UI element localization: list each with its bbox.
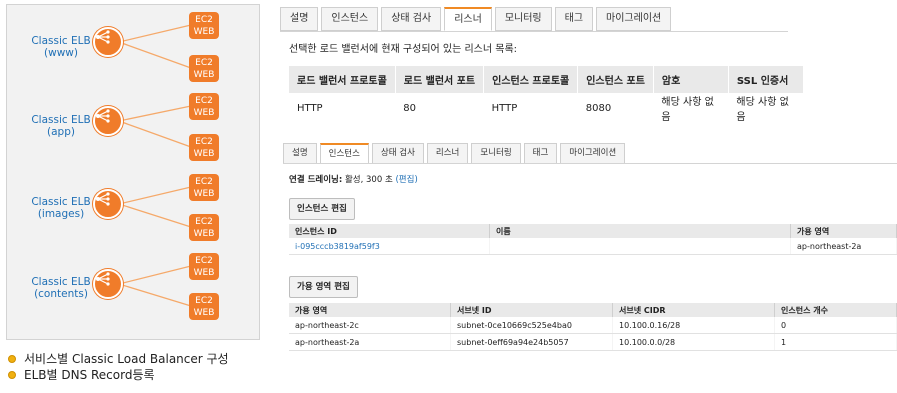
table-header-row: 인스턴스 ID 이름 가용 영역 — [289, 224, 897, 238]
edit-availability-zones-button[interactable]: 가용 영역 편집 — [289, 276, 358, 298]
table-cell: ap-northeast-2c — [289, 317, 451, 334]
table-cell: HTTP — [483, 93, 578, 123]
column-header: 서브넷 ID — [450, 303, 613, 317]
table-cell: 1 — [774, 333, 897, 351]
tab-health-check[interactable]: 상태 검사 — [381, 7, 442, 31]
table-cell: 80 — [395, 93, 484, 123]
note-text: 서비스별 Classic Load Balancer 구성 — [24, 352, 229, 366]
ec2-web-instance: EC2 WEB — [189, 55, 219, 82]
ec2-web-instance: EC2 WEB — [189, 93, 219, 120]
load-balancer-icon — [93, 189, 123, 219]
tab-instances[interactable]: 인스턴스 — [321, 7, 379, 31]
tab-description[interactable]: 설명 — [280, 7, 319, 31]
load-balancer-icon — [93, 106, 123, 136]
table-cell: ap-northeast-2a — [289, 333, 451, 351]
table-cell: HTTP — [289, 93, 396, 123]
tab-listeners[interactable]: 리스너 — [444, 7, 492, 31]
elb-label-www: Classic ELB (www) — [21, 35, 101, 59]
column-header: 로드 밸런서 프로토콜 — [289, 66, 396, 93]
elb-label-line1: Classic ELB — [31, 114, 91, 126]
ec2-web-instance: EC2 WEB — [189, 134, 219, 161]
elb-label-app: Classic ELB (app) — [21, 114, 101, 138]
drain-label: 연결 드레이닝: — [289, 175, 343, 185]
ec2-web-instance: EC2 WEB — [189, 174, 219, 201]
load-balancer-icon — [93, 27, 123, 57]
column-header: 서브넷 CIDR — [612, 303, 775, 317]
table-cell: ap-northeast-2a — [790, 238, 897, 255]
instance-id-link[interactable]: i-095cccb3819af59f3 — [289, 238, 490, 255]
column-header: 인스턴스 ID — [289, 224, 490, 238]
architecture-diagram: Classic ELB (www) EC2 WEB EC2 WEB Classic … — [6, 4, 260, 340]
table-cell: 해당 사항 없음 — [728, 93, 804, 123]
tab-listeners[interactable]: 리스너 — [426, 143, 469, 164]
tab-migration[interactable]: 마이그레이션 — [596, 7, 672, 31]
column-header: 이름 — [489, 224, 791, 238]
elb-label-images: Classic ELB (images) — [21, 196, 101, 220]
top-tab-bar: 설명 인스턴스 상태 검사 리스너 모니터링 태그 마이그레이션 — [280, 7, 674, 31]
table-cell: 10.100.0.16/28 — [612, 317, 775, 334]
table-cell: 10.100.0.0/28 — [612, 333, 775, 351]
table-cell: 해당 사항 없음 — [653, 93, 729, 123]
elb-label-line2: (app) — [47, 126, 75, 138]
table-row: ap-northeast-2a subnet-0eff69a94e24b5057… — [289, 333, 897, 351]
table-row: HTTP 80 HTTP 8080 해당 사항 없음 해당 사항 없음 — [289, 93, 804, 123]
elb-label-line1: Classic ELB — [31, 196, 91, 208]
connection-draining-status: 연결 드레이닝: 활성, 300 초 (편집) — [289, 173, 418, 185]
ec2-web-instance: EC2 WEB — [189, 214, 219, 241]
table-row: ap-northeast-2c subnet-0ce10669c525e4ba0… — [289, 317, 897, 334]
table-cell: subnet-0eff69a94e24b5057 — [450, 333, 613, 351]
load-balancer-icon — [93, 269, 123, 299]
tab-monitoring[interactable]: 모니터링 — [494, 7, 552, 31]
availability-zones-table: 가용 영역 서브넷 ID 서브넷 CIDR 인스턴스 개수 ap-northea… — [289, 303, 897, 351]
ec2-web-instance: EC2 WEB — [189, 12, 219, 39]
listener-table: 로드 밸런서 프로토콜 로드 밸런서 포트 인스턴스 프로토콜 인스턴스 포트 … — [289, 66, 804, 123]
tab-divider — [283, 163, 897, 164]
column-header: 인스턴스 프로토콜 — [483, 66, 579, 93]
column-header: 인스턴스 포트 — [577, 66, 654, 93]
table-cell — [489, 238, 791, 255]
tab-description[interactable]: 설명 — [283, 143, 317, 164]
table-row: i-095cccb3819af59f3 ap-northeast-2a — [289, 238, 897, 255]
elb-label-contents: Classic ELB (contents) — [21, 276, 101, 300]
edit-instances-button[interactable]: 인스턴스 편집 — [289, 198, 355, 220]
column-header: SSL 인증서 — [728, 66, 804, 93]
tab-monitoring[interactable]: 모니터링 — [471, 143, 521, 164]
notes-list: 서비스별 Classic Load Balancer 구성 ELB별 DNS R… — [8, 351, 229, 383]
table-cell: 0 — [774, 317, 897, 334]
table-header-row: 가용 영역 서브넷 ID 서브넷 CIDR 인스턴스 개수 — [289, 303, 897, 317]
note-text: ELB별 DNS Record등록 — [24, 368, 155, 382]
ec2-web-instance: EC2 WEB — [189, 293, 219, 320]
bullet-icon — [8, 371, 16, 379]
note-item: ELB별 DNS Record등록 — [8, 367, 229, 383]
column-header: 가용 영역 — [289, 303, 451, 317]
note-item: 서비스별 Classic Load Balancer 구성 — [8, 351, 229, 367]
tab-instances[interactable]: 인스턴스 — [319, 143, 369, 164]
column-header: 가용 영역 — [790, 224, 897, 238]
edit-draining-link[interactable]: (편집) — [395, 175, 417, 185]
ec2-web-instance: EC2 WEB — [189, 253, 219, 280]
column-header: 인스턴스 개수 — [774, 303, 897, 317]
listener-description: 선택한 로드 밸런서에 현재 구성되어 있는 리스너 목록: — [289, 44, 518, 55]
table-header-row: 로드 밸런서 프로토콜 로드 밸런서 포트 인스턴스 프로토콜 인스턴스 포트 … — [289, 66, 804, 93]
tab-tags[interactable]: 태그 — [523, 143, 558, 164]
table-cell: subnet-0ce10669c525e4ba0 — [450, 317, 613, 334]
tab-tags[interactable]: 태그 — [554, 7, 594, 31]
table-cell: 8080 — [577, 93, 654, 123]
column-header: 암호 — [653, 66, 729, 93]
elb-label-line2: (contents) — [34, 288, 88, 300]
bottom-tab-bar: 설명 인스턴스 상태 검사 리스너 모니터링 태그 마이그레이션 — [283, 143, 628, 164]
elb-label-line2: (www) — [44, 47, 78, 59]
tab-health-check[interactable]: 상태 검사 — [371, 143, 424, 164]
elb-label-line1: Classic ELB — [31, 35, 91, 47]
tab-divider — [280, 31, 788, 32]
instances-table: 인스턴스 ID 이름 가용 영역 i-095cccb3819af59f3 ap-… — [289, 224, 897, 255]
column-header: 로드 밸런서 포트 — [395, 66, 485, 93]
drain-value: 활성, 300 초 — [344, 175, 393, 185]
bullet-icon — [8, 355, 16, 363]
elb-label-line1: Classic ELB — [31, 276, 91, 288]
tab-migration[interactable]: 마이그레이션 — [560, 143, 626, 164]
elb-label-line2: (images) — [37, 208, 85, 220]
